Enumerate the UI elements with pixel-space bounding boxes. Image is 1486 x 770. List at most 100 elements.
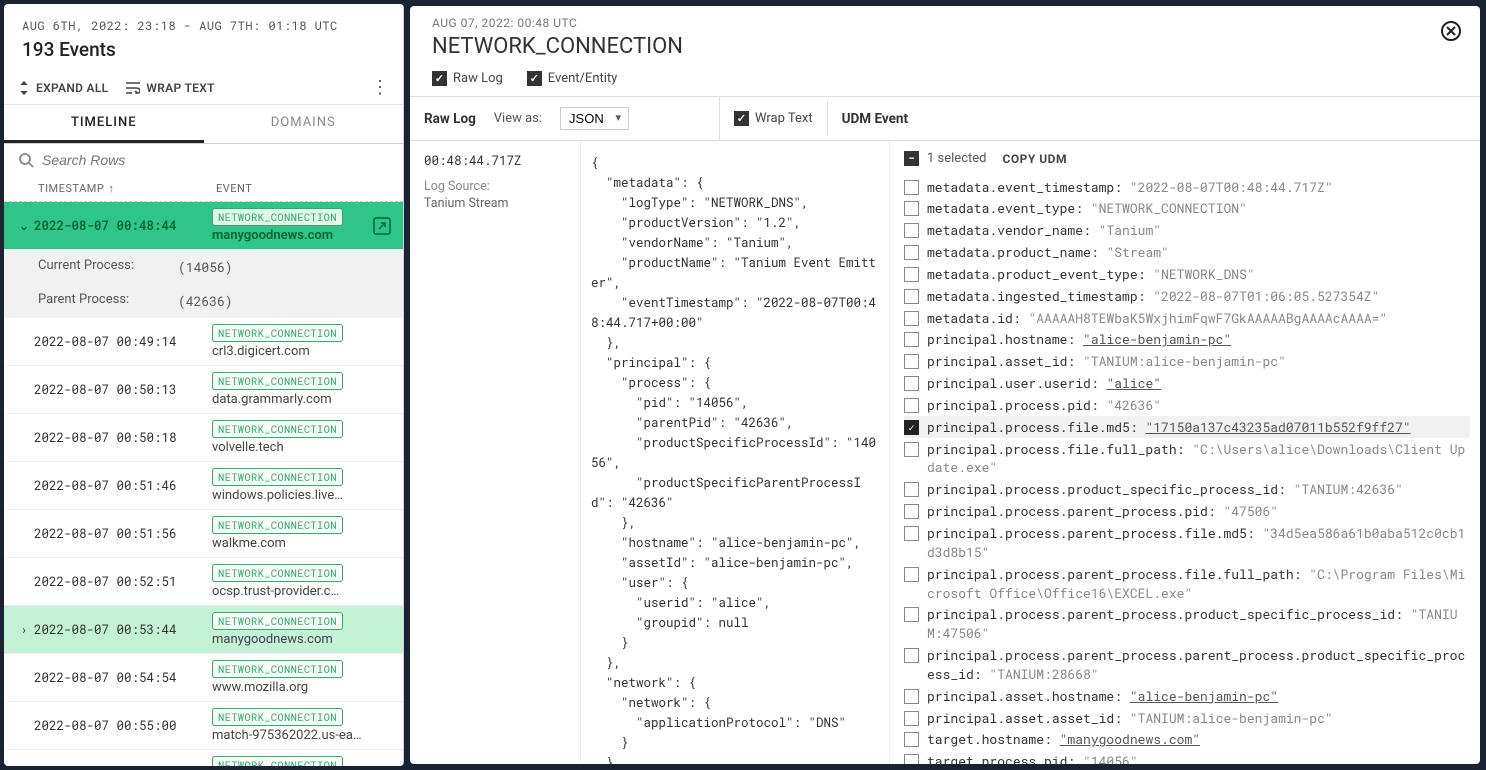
wrap-text-checkbox[interactable]: ✓Wrap Text bbox=[734, 111, 813, 126]
udm-key: principal.process.parent_process.file.md… bbox=[927, 524, 1262, 542]
udm-row[interactable]: metadata.event_timestamp: "2022-08-07T00… bbox=[904, 176, 1470, 198]
udm-row[interactable]: target.process.pid: "14056" bbox=[904, 751, 1470, 764]
udm-checkbox[interactable] bbox=[904, 754, 919, 764]
tab-timeline[interactable]: TIMELINE bbox=[4, 105, 204, 143]
udm-row[interactable]: metadata.vendor_name: "Tanium" bbox=[904, 220, 1470, 242]
event-row[interactable]: 2022-08-07 00:50:18NETWORK_CONNECTIONvol… bbox=[4, 414, 403, 462]
udm-row[interactable]: metadata.event_type: "NETWORK_CONNECTION… bbox=[904, 198, 1470, 220]
event-row[interactable]: 2022-08-07 00:55:00NETWORK_CONNECTIONmat… bbox=[4, 702, 403, 750]
udm-checkbox[interactable] bbox=[904, 442, 919, 457]
udm-row[interactable]: principal.asset.hostname: "alice-benjami… bbox=[904, 685, 1470, 707]
udm-value[interactable]: "alice" bbox=[1106, 374, 1161, 392]
event-row[interactable]: 2022-08-07 00:51:56NETWORK_CONNECTIONwal… bbox=[4, 510, 403, 558]
udm-row[interactable]: principal.process.parent_process.pid: "4… bbox=[904, 501, 1470, 523]
udm-selected-count[interactable]: − 1 selected bbox=[904, 151, 986, 166]
event-row[interactable]: 2022-08-07 00:55:31NETWORK_CONNECTIONany… bbox=[4, 750, 403, 766]
event-desc: NETWORK_CONNECTIONvolvelle.tech bbox=[212, 420, 393, 455]
raw-log-checkbox[interactable]: ✓Raw Log bbox=[432, 71, 503, 86]
udm-checkbox[interactable] bbox=[904, 526, 919, 541]
event-timestamp: 00:48:44.717Z bbox=[424, 153, 566, 169]
udm-checkbox[interactable] bbox=[904, 567, 919, 582]
event-row[interactable]: ›2022-08-07 00:53:44NETWORK_CONNECTIONma… bbox=[4, 606, 403, 654]
event-timestamp: 2022-08-07 00:51:46 bbox=[34, 478, 212, 494]
udm-checkbox[interactable] bbox=[904, 648, 919, 663]
event-row[interactable]: 2022-08-07 00:49:14NETWORK_CONNECTIONcrl… bbox=[4, 318, 403, 366]
search-input[interactable] bbox=[42, 152, 389, 168]
event-entity-checkbox[interactable]: ✓Event/Entity bbox=[527, 71, 618, 86]
event-type-badge: NETWORK_CONNECTION bbox=[212, 660, 343, 678]
udm-row[interactable]: principal.process.parent_process.file.md… bbox=[904, 523, 1470, 564]
udm-checkbox[interactable] bbox=[904, 732, 919, 747]
udm-checkbox[interactable]: ✓ bbox=[904, 420, 919, 435]
tab-domains[interactable]: DOMAINS bbox=[204, 105, 404, 143]
event-row[interactable]: 2022-08-07 00:52:51NETWORK_CONNECTIONocs… bbox=[4, 558, 403, 606]
udm-checkbox[interactable] bbox=[904, 245, 919, 260]
udm-checkbox[interactable] bbox=[904, 289, 919, 304]
copy-udm-button[interactable]: COPY UDM bbox=[1002, 152, 1067, 166]
udm-column: − 1 selected COPY UDM metadata.event_tim… bbox=[890, 141, 1480, 764]
udm-row[interactable]: principal.process.pid: "42636" bbox=[904, 394, 1470, 416]
udm-row[interactable]: principal.process.parent_process.file.fu… bbox=[904, 563, 1470, 604]
current-process-row: Current Process:(14056) bbox=[4, 250, 403, 284]
event-row[interactable]: 2022-08-07 00:54:54NETWORK_CONNECTIONwww… bbox=[4, 654, 403, 702]
udm-row[interactable]: principal.hostname: "alice-benjamin-pc" bbox=[904, 329, 1470, 351]
udm-checkbox[interactable] bbox=[904, 504, 919, 519]
event-type-badge: NETWORK_CONNECTION bbox=[212, 208, 343, 226]
udm-checkbox[interactable] bbox=[904, 607, 919, 622]
event-desc: NETWORK_CONNECTIONmatch-975362022.us-ea… bbox=[212, 708, 393, 743]
udm-row[interactable]: principal.process.product_specific_proce… bbox=[904, 479, 1470, 501]
udm-value[interactable]: "alice-benjamin-pc" bbox=[1083, 330, 1231, 348]
event-row[interactable]: 2022-08-07 00:50:13NETWORK_CONNECTIONdat… bbox=[4, 366, 403, 414]
udm-value[interactable]: "17150a137c43235ad07011b552f9ff27" bbox=[1145, 418, 1410, 436]
open-detail-icon[interactable] bbox=[373, 217, 391, 235]
udm-checkbox[interactable] bbox=[904, 267, 919, 282]
udm-checkbox[interactable] bbox=[904, 689, 919, 704]
udm-row[interactable]: metadata.product_event_type: "NETWORK_DN… bbox=[904, 263, 1470, 285]
udm-checkbox[interactable] bbox=[904, 201, 919, 216]
udm-row[interactable]: metadata.product_name: "Stream" bbox=[904, 242, 1470, 264]
search-row bbox=[4, 144, 403, 176]
close-button[interactable] bbox=[1440, 20, 1462, 42]
detail-subheader: Raw Log View as: JSON ✓Wrap Text UDM Eve… bbox=[410, 96, 1480, 141]
event-type-badge: NETWORK_CONNECTION bbox=[212, 420, 343, 438]
udm-checkbox[interactable] bbox=[904, 376, 919, 391]
udm-value: "Tanium" bbox=[1099, 221, 1161, 239]
udm-checkbox[interactable] bbox=[904, 180, 919, 195]
event-timestamp: 2022-08-07 00:48:44 bbox=[34, 218, 212, 234]
event-row[interactable]: ⌄2022-08-07 00:48:44NETWORK_CONNECTIONma… bbox=[4, 202, 403, 250]
udm-row[interactable]: principal.process.file.full_path: "C:\Us… bbox=[904, 438, 1470, 479]
udm-checkbox[interactable] bbox=[904, 398, 919, 413]
event-row[interactable]: 2022-08-07 00:51:46NETWORK_CONNECTIONwin… bbox=[4, 462, 403, 510]
raw-json-column[interactable]: { "metadata": { "logType": "NETWORK_DNS"… bbox=[580, 141, 890, 764]
udm-key: principal.asset.asset_id: bbox=[927, 709, 1130, 727]
udm-checkbox[interactable] bbox=[904, 711, 919, 726]
expand-all-button[interactable]: EXPAND ALL bbox=[18, 81, 108, 95]
udm-row[interactable]: principal.asset_id: "TANIUM:alice-benjam… bbox=[904, 351, 1470, 373]
udm-row[interactable]: target.hostname: "manygoodnews.com" bbox=[904, 729, 1470, 751]
view-as-select[interactable]: JSON bbox=[560, 107, 629, 130]
udm-value[interactable]: "alice-benjamin-pc" bbox=[1130, 687, 1278, 705]
chevron-icon: ⌄ bbox=[14, 219, 34, 233]
udm-row[interactable]: metadata.id: "AAAAAH8TEWbaK5WxjhimFqwF7G… bbox=[904, 307, 1470, 329]
wrap-text-button[interactable]: WRAP TEXT bbox=[126, 81, 214, 95]
udm-value: "TANIUM:alice-benjamin-pc" bbox=[1083, 352, 1286, 370]
udm-checkbox[interactable] bbox=[904, 354, 919, 369]
more-menu-button[interactable]: ⋮ bbox=[371, 77, 389, 98]
udm-key: metadata.ingested_timestamp: bbox=[927, 287, 1153, 305]
udm-checkbox[interactable] bbox=[904, 223, 919, 238]
udm-row[interactable]: principal.asset.asset_id: "TANIUM:alice-… bbox=[904, 707, 1470, 729]
udm-row[interactable]: principal.process.parent_process.parent_… bbox=[904, 645, 1470, 686]
udm-row[interactable]: metadata.ingested_timestamp: "2022-08-07… bbox=[904, 285, 1470, 307]
udm-checkbox[interactable] bbox=[904, 482, 919, 497]
timestamp-header[interactable]: TIMESTAMP ↑ bbox=[38, 182, 216, 195]
event-type-badge: NETWORK_CONNECTION bbox=[212, 708, 343, 726]
event-list[interactable]: ⌄2022-08-07 00:48:44 NETWORK_CONNECTIONma… bbox=[4, 202, 403, 766]
udm-checkbox[interactable] bbox=[904, 332, 919, 347]
udm-key: principal.process.parent_process.file.fu… bbox=[927, 565, 1309, 583]
udm-row[interactable]: ✓principal.process.file.md5: "17150a137c… bbox=[904, 416, 1470, 438]
udm-row[interactable]: principal.user.userid: "alice" bbox=[904, 373, 1470, 395]
udm-row[interactable]: principal.process.parent_process.product… bbox=[904, 604, 1470, 645]
udm-value[interactable]: "manygoodnews.com" bbox=[1060, 730, 1200, 748]
udm-value: "47506" bbox=[1223, 502, 1278, 520]
udm-checkbox[interactable] bbox=[904, 311, 919, 326]
